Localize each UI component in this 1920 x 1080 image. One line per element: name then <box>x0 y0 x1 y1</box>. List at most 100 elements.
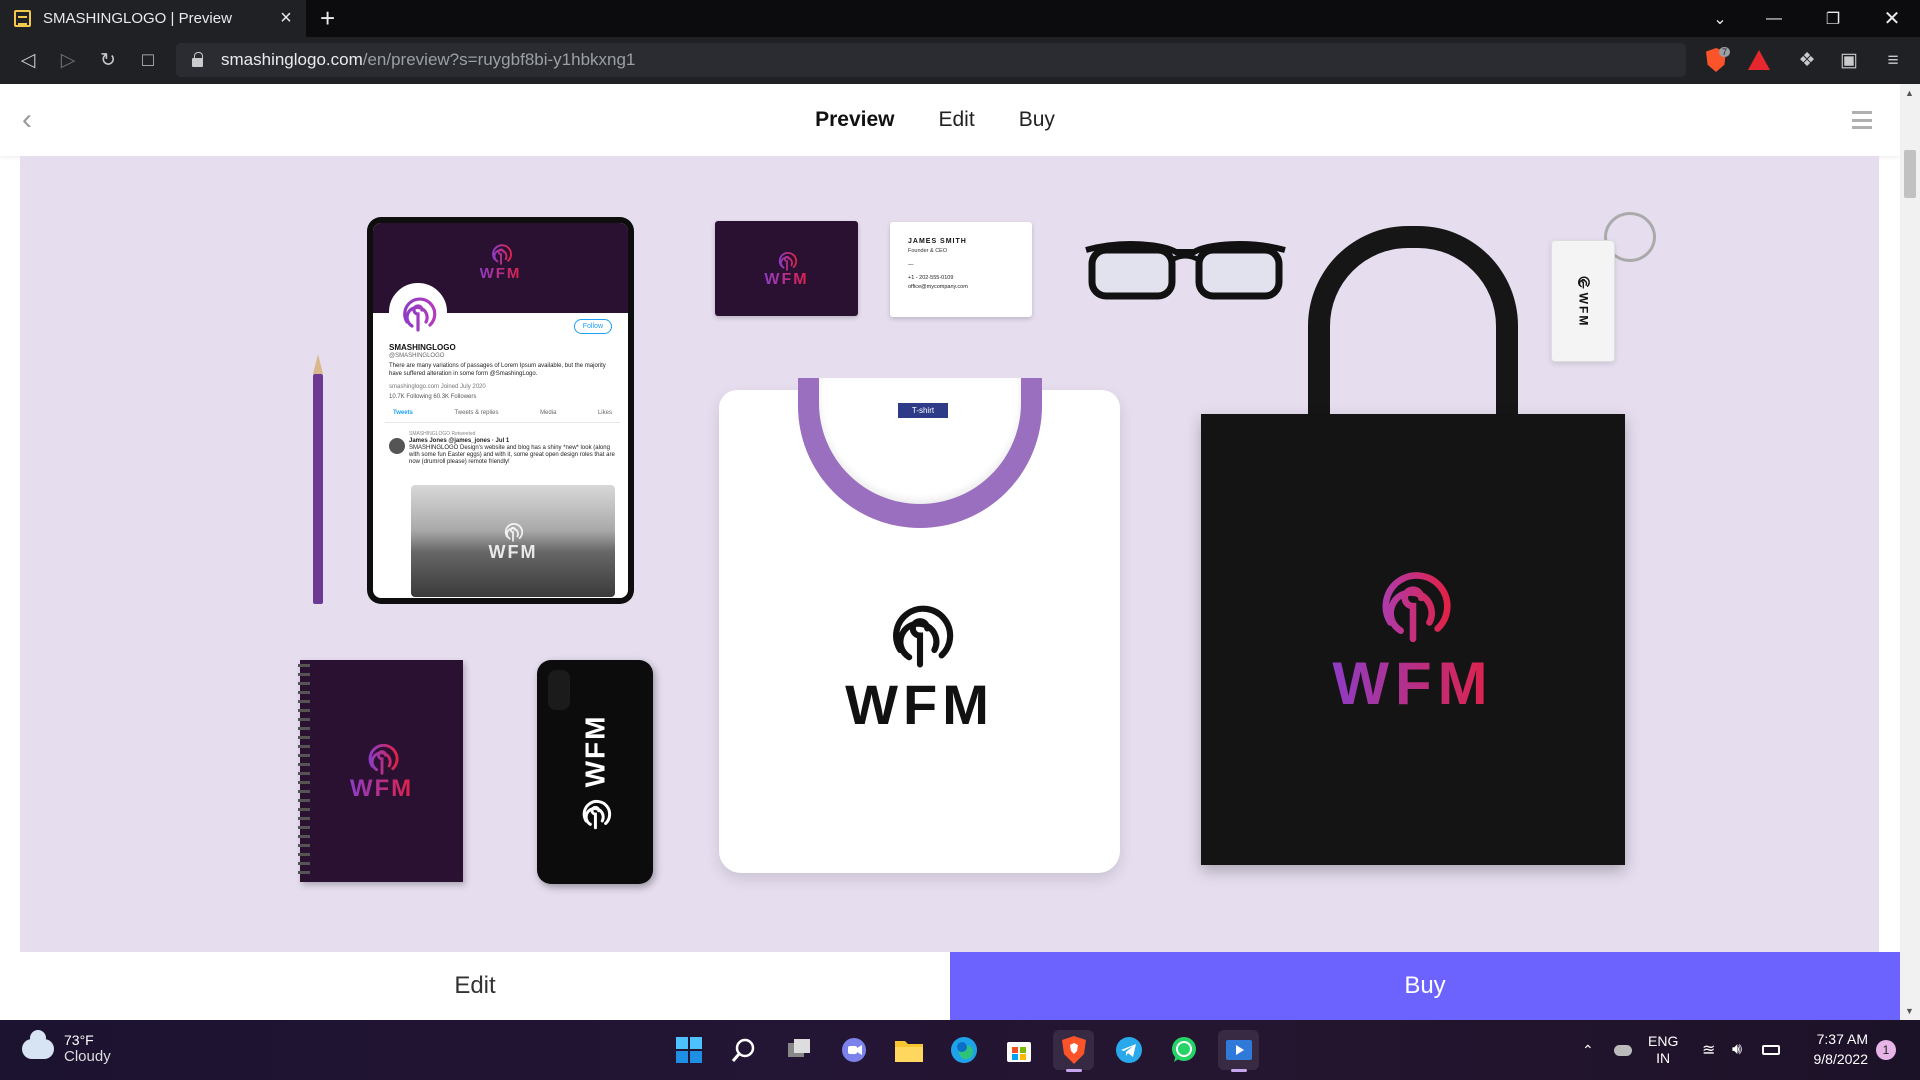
business-card-front: WFM <box>715 221 858 316</box>
microsoft-store-icon[interactable] <box>998 1030 1039 1070</box>
tote-logo-text: WFM <box>1332 650 1494 717</box>
scrollbar-thumb[interactable] <box>1904 150 1916 198</box>
tab-title: SMASHINGLOGO | Preview <box>43 10 232 27</box>
region-code: IN <box>1656 1050 1671 1066</box>
bookmark-icon[interactable]: □ <box>132 37 164 84</box>
twitter-avatar <box>389 283 447 341</box>
forward-icon[interactable]: ▷ <box>52 37 84 84</box>
volume-icon[interactable]: 🔊︎ <box>1732 1020 1742 1080</box>
restore-icon[interactable]: ❐ <box>1811 0 1855 37</box>
edge-browser-icon[interactable] <box>943 1030 984 1070</box>
clock-time: 7:37 AM <box>1816 1031 1868 1047</box>
profile-stats: 10.7K Following 60.3K Followers <box>389 394 477 400</box>
wallet-icon[interactable]: ▣ <box>1832 37 1866 84</box>
telegram-icon[interactable] <box>1108 1030 1149 1070</box>
logo-mark-icon <box>491 243 512 265</box>
browser-tab-strip: SMASHINGLOGO | Preview × + ⌄ — ❐ ✕ <box>0 0 1920 37</box>
retweet-label: SMASHINGLOGO Retweeted <box>409 431 476 437</box>
notebook-spiral <box>298 664 310 876</box>
scroll-up-icon[interactable]: ▲ <box>1905 88 1914 98</box>
onedrive-icon[interactable] <box>1614 1020 1632 1080</box>
windows-taskbar: 73°F Cloudy ⌃ ENG IN ≊ 🔊︎ 7:37 AM 9/8/20… <box>0 1020 1920 1080</box>
profile-meta: smashinglogo.com Joined July 2020 <box>389 384 486 390</box>
phone-camera <box>548 670 570 710</box>
card-email: office@mycompany.com <box>908 284 968 290</box>
taskbar-apps <box>668 1030 1259 1072</box>
hidden-icons-chevron[interactable]: ⌃ <box>1582 1020 1594 1080</box>
clock-date: 9/8/2022 <box>1813 1051 1869 1067</box>
tab-tweets-replies: Tweets & replies <box>454 410 499 416</box>
post-avatar <box>389 438 405 454</box>
phone-logo-icon <box>582 800 611 830</box>
phone-logo: WFM <box>578 715 612 830</box>
profile-tabs: Tweets Tweets & replies Media Likes <box>385 410 620 423</box>
url-path: /en/preview?s=ruygbf8bi-y1hbkxng1 <box>362 50 636 69</box>
tab-close-icon[interactable]: × <box>276 7 296 30</box>
close-window-icon[interactable]: ✕ <box>1870 0 1914 37</box>
profile-name: SMASHINGLOGO <box>389 343 456 352</box>
site-nav: Preview Edit Buy <box>0 84 1900 156</box>
glasses-image <box>1085 241 1286 300</box>
banner-logo-text: WFM <box>479 264 522 282</box>
teams-chat-icon[interactable] <box>833 1030 874 1070</box>
photo-logo-text: WFM <box>488 541 538 562</box>
tab-likes: Likes <box>597 410 612 416</box>
tshirt-logo-text: WFM <box>845 673 994 736</box>
tshirt-label: T-shirt <box>898 403 948 418</box>
new-tab-button[interactable]: + <box>320 3 335 33</box>
browser-menu-icon[interactable]: ≡ <box>1876 37 1910 84</box>
shields-count-badge: 7 <box>1719 47 1731 57</box>
input-language[interactable]: ENG IN <box>1648 1020 1678 1080</box>
address-bar[interactable]: smashinglogo.com/en/preview?s=ruygbf8bi-… <box>176 43 1686 77</box>
card-logo-text: WFM <box>764 270 809 288</box>
profile-bio: There are many variations of passages of… <box>389 363 606 377</box>
nav-preview[interactable]: Preview <box>815 108 894 132</box>
scroll-down-icon[interactable]: ▼ <box>1905 1006 1914 1016</box>
post-author: James Jones @james_jones · Jul 1 <box>409 438 510 444</box>
system-clock[interactable]: 7:37 AM 9/8/2022 <box>1800 1029 1869 1069</box>
site-favicon-icon <box>14 10 31 27</box>
whatsapp-icon[interactable] <box>1163 1030 1204 1070</box>
keychain-mockup: WFM <box>1551 240 1615 362</box>
card-phone: +1 - 202-555-0109 <box>908 275 954 281</box>
notification-badge[interactable]: 1 <box>1876 1040 1896 1060</box>
reload-icon[interactable]: ↻ <box>92 37 124 84</box>
card-person-name: JAMES SMITH <box>908 238 967 245</box>
wifi-icon[interactable]: ≊ <box>1702 1020 1715 1080</box>
tote-logo-icon <box>1382 572 1451 643</box>
tablet-screen: WFM Follow SMASHINGLOGO @SMASHINGLOGO Th… <box>373 223 628 598</box>
tweet: SMASHINGLOGO Retweeted James Jones @jame… <box>389 431 617 466</box>
task-view-icon[interactable] <box>778 1030 819 1070</box>
language-code: ENG <box>1648 1033 1679 1049</box>
nav-buy[interactable]: Buy <box>1019 108 1055 132</box>
lock-icon <box>192 51 203 67</box>
windows-start-icon[interactable] <box>668 1030 709 1070</box>
buy-button[interactable]: Buy <box>950 952 1900 1020</box>
browser-tab-active[interactable]: SMASHINGLOGO | Preview × <box>0 0 306 37</box>
page-scrollbar[interactable]: ▲ ▼ <box>1900 84 1920 1020</box>
hamburger-menu-icon[interactable] <box>1852 111 1872 129</box>
nav-edit[interactable]: Edit <box>939 108 975 132</box>
tab-media: Media <box>540 410 557 416</box>
back-icon[interactable]: ◁ <box>12 37 44 84</box>
battery-icon[interactable] <box>1762 1020 1780 1080</box>
tshirt-logo: WFM <box>719 596 1120 737</box>
media-app-icon[interactable] <box>1218 1030 1259 1072</box>
notebook-logo-icon <box>368 743 398 775</box>
search-icon[interactable] <box>723 1030 764 1070</box>
brave-rewards-icon[interactable] <box>1748 50 1770 70</box>
minimize-icon[interactable]: — <box>1752 0 1796 37</box>
file-explorer-icon[interactable] <box>888 1030 929 1070</box>
profile-handle: @SMASHINGLOGO <box>389 353 445 359</box>
extensions-icon[interactable]: ❖ <box>1790 37 1824 84</box>
photo-logo-icon <box>504 522 524 542</box>
brave-browser-icon[interactable] <box>1053 1030 1094 1072</box>
edit-button[interactable]: Edit <box>0 952 950 1020</box>
pencil-image <box>313 354 323 604</box>
tab-search-icon[interactable]: ⌄ <box>1698 0 1742 37</box>
tablet-mockup: WFM Follow SMASHINGLOGO @SMASHINGLOGO Th… <box>367 217 634 604</box>
tshirt-logo-icon <box>892 605 953 668</box>
card-person-title: Founder & CEO <box>908 248 948 254</box>
weather-widget[interactable]: 73°F Cloudy <box>22 1029 111 1065</box>
follow-button: Follow <box>573 319 612 334</box>
